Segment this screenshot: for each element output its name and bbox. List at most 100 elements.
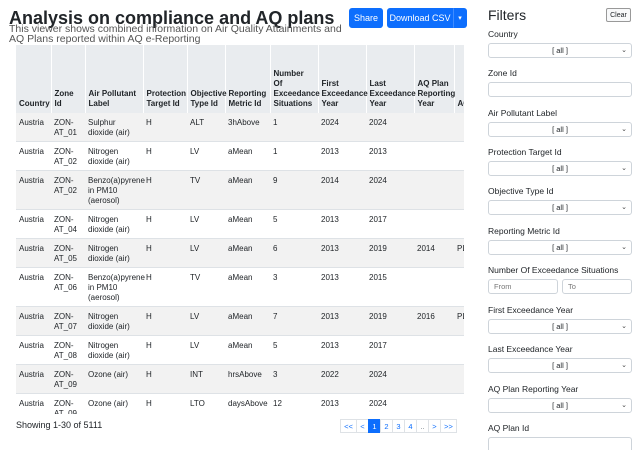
table-cell: LV [187,209,225,239]
column-header[interactable]: Reporting Metric Id [225,45,271,113]
table-cell: 2013 [318,141,366,171]
table-cell: H [143,209,187,239]
column-header[interactable]: Country [16,45,52,113]
table-cell: aMean [225,209,270,239]
table-cell: 5 [270,335,318,365]
table-row[interactable]: Austria ZON-AT_09 Ozone (air) H LTO daysAbove… [16,393,464,414]
column-header[interactable]: Number Of Exceedance Situations [270,45,320,113]
page-subtitle: This viewer shows combined information o… [9,23,342,45]
table-cell: H [143,364,187,394]
table-cell: ZON-AT_09 [51,364,85,394]
download-options-caret-icon[interactable]: ▾ [453,8,467,28]
table-cell: LV [187,238,225,268]
table-cell [414,170,454,210]
table-cell [454,267,464,307]
first-page-button[interactable]: << [340,419,357,433]
table-cell [454,141,464,171]
filter-input-aq-plan-id[interactable] [488,437,632,450]
table-cell: 2013 [318,209,366,239]
table-row[interactable]: Austria ZON-AT_05 Nitrogen dioxide (air) H L… [16,238,464,268]
table-cell: 9 [270,170,318,210]
table-cell: 1 [270,113,318,142]
table-cell: Austria [16,364,51,394]
table-cell: H [143,170,187,210]
table-cell: H [143,141,187,171]
table-row[interactable]: Austria ZON-AT_02 Benzo(a)pyrene in PM10 (… [16,170,464,210]
table-cell: ZON-AT_09 [51,393,85,414]
table-cell: 2024 [318,113,366,142]
filter-select-reporting-metric[interactable]: [ all ] ⌄ [488,240,632,255]
table-cell: H [143,113,187,142]
column-header[interactable]: Last Exceedance Year [366,45,416,113]
filter-select-objective-type[interactable]: [ all ] ⌄ [488,200,632,215]
table-cell: 2015 [366,267,414,307]
clear-filters-button[interactable]: Clear [606,8,631,22]
table-cell: ZON-AT_01 [51,113,85,142]
table-cell: Austria [16,238,51,268]
table-cell: PL [454,238,464,268]
table-cell: TV [187,170,225,210]
table-row[interactable]: Austria ZON-AT_06 Benzo(a)pyrene in PM10 (… [16,267,464,307]
table-cell: Benzo(a)pyrene in PM10 (aerosol) [85,267,145,307]
chevron-down-icon: ⌄ [621,402,627,409]
table-cell: hrsAbove [225,364,270,394]
table-row[interactable]: Austria ZON-AT_04 Nitrogen dioxide (air) H L… [16,209,464,239]
select-value: [ all ] [552,46,568,55]
table-row[interactable]: Austria ZON-AT_08 Nitrogen dioxide (air) H L… [16,335,464,365]
table-row[interactable]: Austria ZON-AT_02 Nitrogen dioxide (air) H L… [16,141,464,171]
table-cell: daysAbove [225,393,270,414]
results-table: Country Zone Id Air Pollutant Label Protect… [16,45,464,414]
filter-input-exceedance-from[interactable]: From [488,279,558,294]
table-cell: ZON-AT_08 [51,335,85,365]
table-cell: ZON-AT_06 [51,267,85,307]
filter-select-protection-target[interactable]: [ all ] ⌄ [488,161,632,176]
table-cell [454,209,464,239]
table-cell: Benzo(a)pyrene in PM10 (aerosol) [85,170,145,210]
share-button[interactable]: Share [349,8,383,28]
filter-label-exceedance-situations: Number Of Exceedance Situations [488,265,619,275]
filter-input-zone-id[interactable] [488,82,632,97]
table-cell: TV [187,267,225,307]
filter-select-country[interactable]: [ all ] ⌄ [488,43,632,58]
table-cell: Austria [16,209,51,239]
table-cell: Austria [16,170,51,210]
filter-select-air-pollutant[interactable]: [ all ] ⌄ [488,122,632,137]
table-cell [414,141,454,171]
table-cell [454,393,464,414]
filter-input-exceedance-to[interactable]: To [562,279,632,294]
table-cell: 2014 [318,170,366,210]
download-csv-button[interactable]: Download CSV [387,8,453,28]
table-cell: aMean [225,267,270,307]
table-cell: LV [187,306,225,336]
table-cell: Austria [16,335,51,365]
table-cell: 2024 [366,364,414,394]
filter-select-last-exceedance-year[interactable]: [ all ] ⌄ [488,358,632,373]
results-table-container[interactable]: Country Zone Id Air Pollutant Label Protect… [16,45,464,414]
column-header[interactable]: AQ Plan Reporting Year [414,45,455,113]
column-header[interactable]: AQ [454,45,464,113]
table-cell [414,113,454,142]
table-row[interactable]: Austria ZON-AT_01 Sulphur dioxide (air) H AL… [16,113,464,142]
chevron-down-icon: ⌄ [621,165,627,172]
filter-select-aq-plan-reporting-year[interactable]: [ all ] ⌄ [488,398,632,413]
table-row[interactable]: Austria ZON-AT_09 Ozone (air) H INT hrsAbove 3… [16,364,464,394]
select-value: [ all ] [552,322,568,331]
table-cell: Nitrogen dioxide (air) [85,209,143,239]
select-value: [ all ] [552,125,568,134]
column-header[interactable]: Air Pollutant Label [85,45,144,113]
column-header[interactable]: Objective Type Id [187,45,227,113]
chevron-down-icon: ⌄ [621,244,627,251]
table-row[interactable]: Austria ZON-AT_07 Nitrogen dioxide (air) H L… [16,306,464,336]
column-header[interactable]: Protection Target Id [143,45,188,113]
filter-select-first-exceedance-year[interactable]: [ all ] ⌄ [488,319,632,334]
filter-label-zone-id: Zone Id [488,68,517,78]
column-header[interactable]: First Exceedance Year [318,45,368,113]
table-cell [414,364,454,394]
table-cell: 2017 [366,209,414,239]
chevron-down-icon: ⌄ [621,47,627,54]
table-cell: Sulphur dioxide (air) [85,113,143,142]
last-page-button[interactable]: >> [440,419,457,433]
table-cell: Austria [16,113,51,142]
column-header[interactable]: Zone Id [51,45,86,113]
filter-label-aq-plan-id: AQ Plan Id [488,423,530,433]
